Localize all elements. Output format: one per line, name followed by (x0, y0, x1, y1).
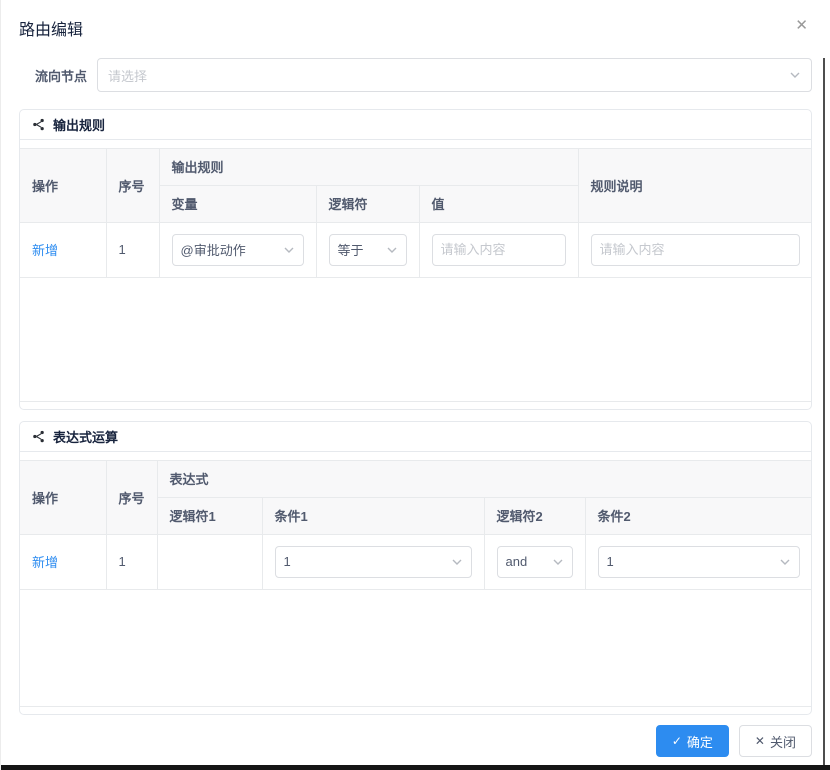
window-right-edge (823, 58, 825, 770)
col-header-description: 规则说明 (578, 149, 811, 223)
chevron-down-icon (553, 559, 562, 565)
expression-section-title: 表达式运算 (20, 422, 811, 452)
dialog-close-icon[interactable]: ✕ (791, 16, 812, 35)
logic2-select-value: and (505, 554, 528, 569)
logic-select[interactable]: 等于 (328, 233, 407, 266)
col-header-condition1: 条件1 (262, 497, 485, 535)
logic-cell: 等于 (316, 222, 420, 278)
col-header-group: 输出规则 (159, 149, 579, 186)
table-row: 新增 1 1 and 1 (20, 534, 811, 590)
route-edit-dialog: 路由编辑 ✕ 流向节点 请选择 输出规则 操作 序号 输出规则 规则说明 变量 … (0, 0, 830, 770)
condition2-cell: 1 (585, 534, 811, 590)
condition2-select[interactable]: 1 (597, 545, 801, 578)
col-header-group: 表达式 (157, 461, 811, 498)
check-icon: ✓ (671, 734, 682, 748)
operation-cell: 新增 (20, 534, 107, 590)
col-header-value: 值 (419, 185, 579, 223)
x-icon: ✕ (754, 734, 765, 748)
condition1-cell: 1 (262, 534, 485, 590)
logic2-select[interactable]: and (496, 545, 573, 578)
condition2-select-value: 1 (606, 554, 614, 569)
chevron-down-icon (452, 559, 461, 565)
value-cell (419, 222, 579, 278)
chevron-down-icon (780, 559, 790, 565)
condition1-select[interactable]: 1 (274, 545, 472, 578)
dialog-header: 路由编辑 ✕ (19, 0, 812, 40)
variable-cell: @审批动作 (159, 222, 317, 278)
col-header-condition2: 条件2 (585, 497, 811, 535)
value-input[interactable] (431, 233, 566, 266)
add-rule-link[interactable]: 新增 (32, 243, 58, 258)
variable-select[interactable]: @审批动作 (171, 233, 304, 266)
description-cell (578, 222, 811, 278)
logic1-cell (157, 534, 263, 590)
section-title-text: 输出规则 (53, 118, 106, 133)
output-rules-section-title: 输出规则 (20, 110, 811, 140)
close-button[interactable]: ✕ 关闭 (738, 725, 812, 757)
section-title-text: 表达式运算 (53, 430, 119, 445)
col-header-index: 序号 (106, 149, 160, 223)
description-input[interactable] (590, 233, 800, 266)
output-rules-section: 输出规则 操作 序号 输出规则 规则说明 变量 逻辑符 值 新增 1 @审批动作… (19, 109, 812, 410)
logic2-cell: and (484, 534, 586, 590)
variable-select-value: @审批动作 (180, 243, 246, 258)
confirm-button-label: 确定 (686, 734, 713, 750)
col-header-index: 序号 (106, 461, 158, 535)
dialog-footer: ✓ 确定 ✕ 关闭 (19, 725, 812, 757)
table-row: 新增 1 @审批动作 等于 (20, 222, 811, 278)
chevron-down-icon (284, 247, 293, 253)
chevron-down-icon (387, 247, 396, 253)
col-header-variable: 变量 (159, 185, 317, 223)
flow-node-select[interactable]: 请选择 (97, 58, 812, 92)
index-cell: 1 (106, 222, 160, 278)
condition1-select-value: 1 (283, 554, 291, 569)
operation-cell: 新增 (20, 222, 107, 278)
add-expression-link[interactable]: 新增 (32, 555, 58, 570)
expression-section: 表达式运算 操作 序号 表达式 逻辑符1 条件1 逻辑符2 条件2 新增 1 1… (19, 421, 812, 715)
col-header-operation: 操作 (20, 461, 107, 535)
col-header-logic: 逻辑符 (316, 185, 420, 223)
col-header-logic1: 逻辑符1 (157, 497, 263, 535)
share-icon (33, 430, 44, 443)
flow-node-placeholder: 请选择 (108, 68, 148, 84)
col-header-operation: 操作 (20, 149, 107, 223)
share-icon (33, 118, 44, 131)
expression-table: 操作 序号 表达式 逻辑符1 条件1 逻辑符2 条件2 新增 1 1 and 1 (20, 460, 811, 707)
confirm-button[interactable]: ✓ 确定 (655, 725, 729, 757)
dialog-title: 路由编辑 (19, 22, 84, 39)
chevron-down-icon (790, 72, 800, 78)
flow-node-row: 流向节点 请选择 (19, 58, 812, 92)
window-bottom-edge (1, 765, 830, 770)
close-button-label: 关闭 (769, 734, 796, 750)
flow-node-label: 流向节点 (34, 68, 87, 84)
logic-select-value: 等于 (337, 243, 364, 258)
col-header-logic2: 逻辑符2 (484, 497, 586, 535)
index-cell: 1 (106, 534, 158, 590)
output-rules-table: 操作 序号 输出规则 规则说明 变量 逻辑符 值 新增 1 @审批动作 等于 请… (20, 148, 811, 402)
